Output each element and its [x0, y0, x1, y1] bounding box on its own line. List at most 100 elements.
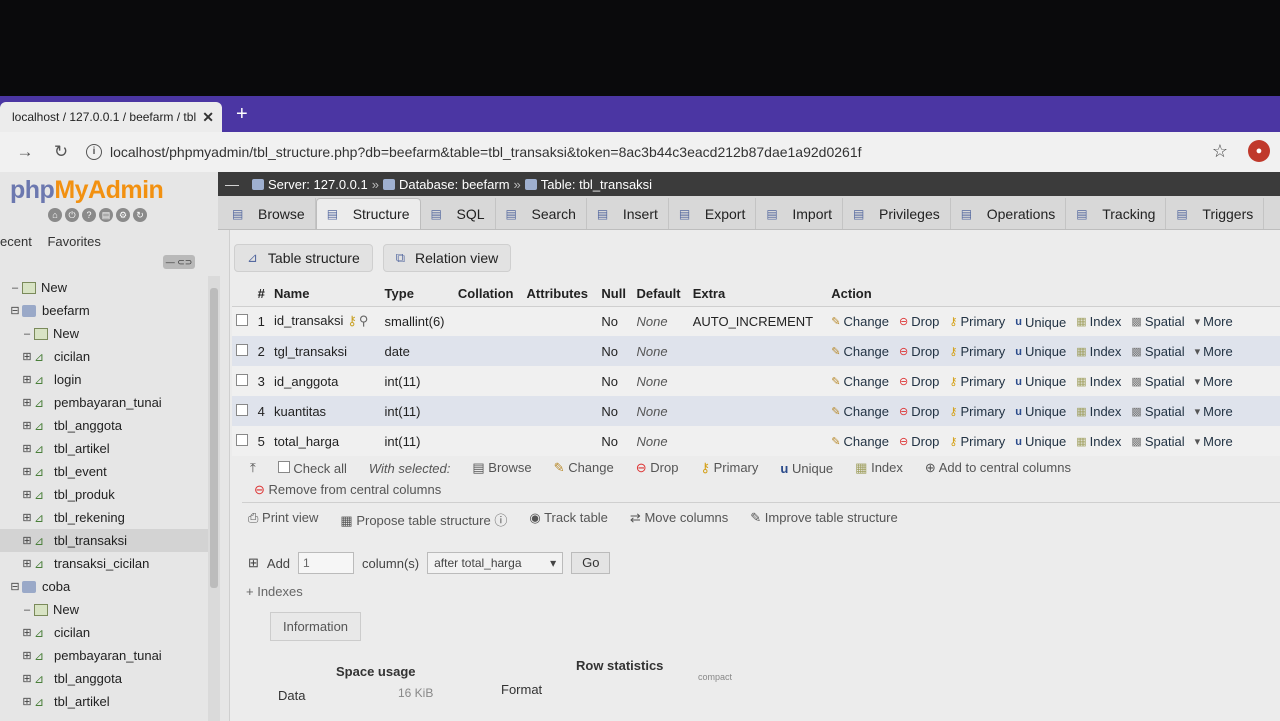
track-table-link[interactable]: ◉ Track table — [529, 510, 608, 529]
check-all-checkbox[interactable]: Check all — [277, 460, 347, 476]
tab-search[interactable]: ▤ Search — [496, 198, 587, 229]
tree-item-table[interactable]: ⊞ ⊿ login — [0, 368, 212, 391]
expand-icon[interactable]: ⊞ — [20, 649, 34, 662]
spatial-action-button[interactable]: ▩ Spatial — [1131, 404, 1184, 419]
tab-privileges[interactable]: ▤ Privileges — [843, 198, 951, 229]
home-icon[interactable]: ⌂ — [48, 208, 62, 222]
row-checkbox[interactable] — [236, 403, 248, 416]
tree-item-new[interactable]: – New — [0, 276, 212, 299]
tab-close-icon[interactable]: ✕ — [202, 109, 214, 126]
tab-operations[interactable]: ▤ Operations — [951, 198, 1067, 229]
tree-item-table[interactable]: ⊞ ⊿ tbl_produk — [0, 483, 212, 506]
tab-export[interactable]: ▤ Export — [669, 198, 757, 229]
favorites-tab[interactable]: Favorites — [47, 234, 100, 249]
row-checkbox-cell[interactable] — [232, 336, 254, 366]
unique-action-button[interactable]: u Unique — [1015, 315, 1066, 330]
tree-item-table[interactable]: ⊞ ⊿ pembayaran_tunai — [0, 391, 212, 414]
index-action-button[interactable]: ▦ Index — [1076, 314, 1121, 329]
spatial-action-button[interactable]: ▩ Spatial — [1131, 314, 1184, 329]
print-view-link[interactable]: ⎙ Print view — [248, 510, 318, 529]
help-icon[interactable]: ⓘ — [494, 513, 507, 528]
go-button[interactable]: Go — [571, 552, 611, 574]
change-action-button[interactable]: ✎ Change — [831, 374, 889, 389]
move-columns-link[interactable]: ⇄ Move columns — [630, 510, 728, 529]
tree-item-table[interactable]: ⊞ ⊿ cicilan — [0, 345, 212, 368]
row-checkbox-cell[interactable] — [232, 306, 254, 336]
tab-triggers[interactable]: ▤ Triggers — [1166, 198, 1265, 229]
expand-icon[interactable]: ⊞ — [20, 419, 34, 432]
expand-icon[interactable]: ⊞ — [20, 396, 34, 409]
breadcrumb-table[interactable]: Table: tbl_transaksi — [541, 177, 652, 192]
expand-icon[interactable]: ⊞ — [20, 373, 34, 386]
tree-item-table[interactable]: ⊞ ⊿ tbl_anggota — [0, 667, 212, 690]
ws-primary-button[interactable]: ⚷ Primary — [700, 460, 758, 476]
ws-remove-central-button[interactable]: ⊖ Remove from central columns — [254, 482, 441, 498]
tab-insert[interactable]: ▤ Insert — [587, 198, 669, 229]
row-checkbox-cell[interactable] — [232, 396, 254, 426]
primary-action-button[interactable]: ⚷ Primary — [949, 344, 1005, 359]
spatial-action-button[interactable]: ▩ Spatial — [1131, 374, 1184, 389]
expand-icon[interactable]: ⊟ — [8, 304, 22, 317]
index-action-button[interactable]: ▦ Index — [1076, 434, 1121, 449]
more-action-button[interactable]: ▾ More — [1195, 314, 1233, 329]
browser-tab[interactable]: localhost / 127.0.0.1 / beefarm / tbl ✕ — [0, 102, 222, 132]
tree-item-table[interactable]: ⊞ ⊿ tbl_anggota — [0, 414, 212, 437]
expand-icon[interactable]: ⊞ — [20, 488, 34, 501]
phpmyadmin-logo[interactable]: phpMyAdmin — [10, 176, 164, 205]
new-tab-icon[interactable]: + — [236, 102, 248, 126]
change-action-button[interactable]: ✎ Change — [831, 404, 889, 419]
url-field[interactable]: i localhost/phpmyadmin/tbl_structure.php… — [86, 144, 862, 160]
collapse-nav-icon[interactable]: — — [222, 176, 242, 192]
help-icon[interactable]: ? — [82, 208, 96, 222]
reload-icon[interactable]: ↻ — [50, 142, 72, 162]
unique-action-button[interactable]: u Unique — [1015, 374, 1066, 389]
row-checkbox[interactable] — [236, 433, 248, 446]
row-checkbox[interactable] — [236, 373, 248, 386]
unique-action-button[interactable]: u Unique — [1015, 434, 1066, 449]
drop-action-button[interactable]: ⊖ Drop — [899, 314, 939, 329]
tree-item-new[interactable]: – New — [0, 598, 212, 621]
drop-action-button[interactable]: ⊖ Drop — [899, 374, 939, 389]
ws-unique-button[interactable]: u Unique — [780, 461, 833, 476]
more-action-button[interactable]: ▾ More — [1195, 434, 1233, 449]
tree-item-table[interactable]: ⊞ ⊿ tbl_rekening — [0, 506, 212, 529]
expand-icon[interactable]: ⊞ — [20, 350, 34, 363]
tree-item-db[interactable]: ⊟ beefarm — [0, 299, 212, 322]
tab-sql[interactable]: ▤ SQL — [421, 198, 496, 229]
scrollbar-thumb[interactable] — [210, 288, 218, 588]
site-info-icon[interactable]: i — [86, 144, 102, 160]
primary-action-button[interactable]: ⚷ Primary — [949, 434, 1005, 449]
tree-item-table[interactable]: ⊞ ⊿ pembayaran_tunai — [0, 644, 212, 667]
propose-structure-link[interactable]: ▦ Propose table structure ⓘ — [340, 510, 507, 529]
expand-icon[interactable]: ⊞ — [20, 672, 34, 685]
breadcrumb-database[interactable]: Database: beefarm — [399, 177, 510, 192]
ws-index-button[interactable]: ▦ Index — [855, 460, 903, 476]
index-action-button[interactable]: ▦ Index — [1076, 404, 1121, 419]
unique-action-button[interactable]: u Unique — [1015, 404, 1066, 419]
expand-icon[interactable]: ⊞ — [20, 442, 34, 455]
change-action-button[interactable]: ✎ Change — [831, 434, 889, 449]
drop-action-button[interactable]: ⊖ Drop — [899, 434, 939, 449]
tree-item-table[interactable]: ⊞ ⊿ tbl_artikel — [0, 437, 212, 460]
expand-icon[interactable]: ⊞ — [20, 557, 34, 570]
ws-add-central-button[interactable]: ⊕ Add to central columns — [925, 460, 1071, 476]
row-checkbox[interactable] — [236, 343, 248, 356]
reload-nav-icon[interactable]: ↻ — [133, 208, 147, 222]
tree-item-table[interactable]: ⊞ ⊿ tbl_artikel — [0, 690, 212, 713]
relation-view-button[interactable]: ⧉ Relation view — [382, 244, 512, 272]
extension-icon[interactable]: ● — [1248, 140, 1270, 162]
tree-item-table[interactable]: ⊞ ⊿ cicilan — [0, 621, 212, 644]
settings-icon[interactable]: ⚙ — [116, 208, 130, 222]
tab-browse[interactable]: ▤ Browse — [222, 198, 316, 229]
row-checkbox-cell[interactable] — [232, 426, 254, 456]
primary-action-button[interactable]: ⚷ Primary — [949, 314, 1005, 329]
drop-action-button[interactable]: ⊖ Drop — [899, 344, 939, 359]
index-action-button[interactable]: ▦ Index — [1076, 344, 1121, 359]
improve-structure-link[interactable]: ✎ Improve table structure — [750, 510, 897, 529]
bookmark-star-icon[interactable]: ☆ — [1212, 141, 1228, 162]
drop-action-button[interactable]: ⊖ Drop — [899, 404, 939, 419]
tab-import[interactable]: ▤ Import — [756, 198, 844, 229]
ws-change-button[interactable]: ✎ Change — [554, 460, 614, 476]
change-action-button[interactable]: ✎ Change — [831, 344, 889, 359]
expand-icon[interactable]: ⊞ — [20, 534, 34, 547]
